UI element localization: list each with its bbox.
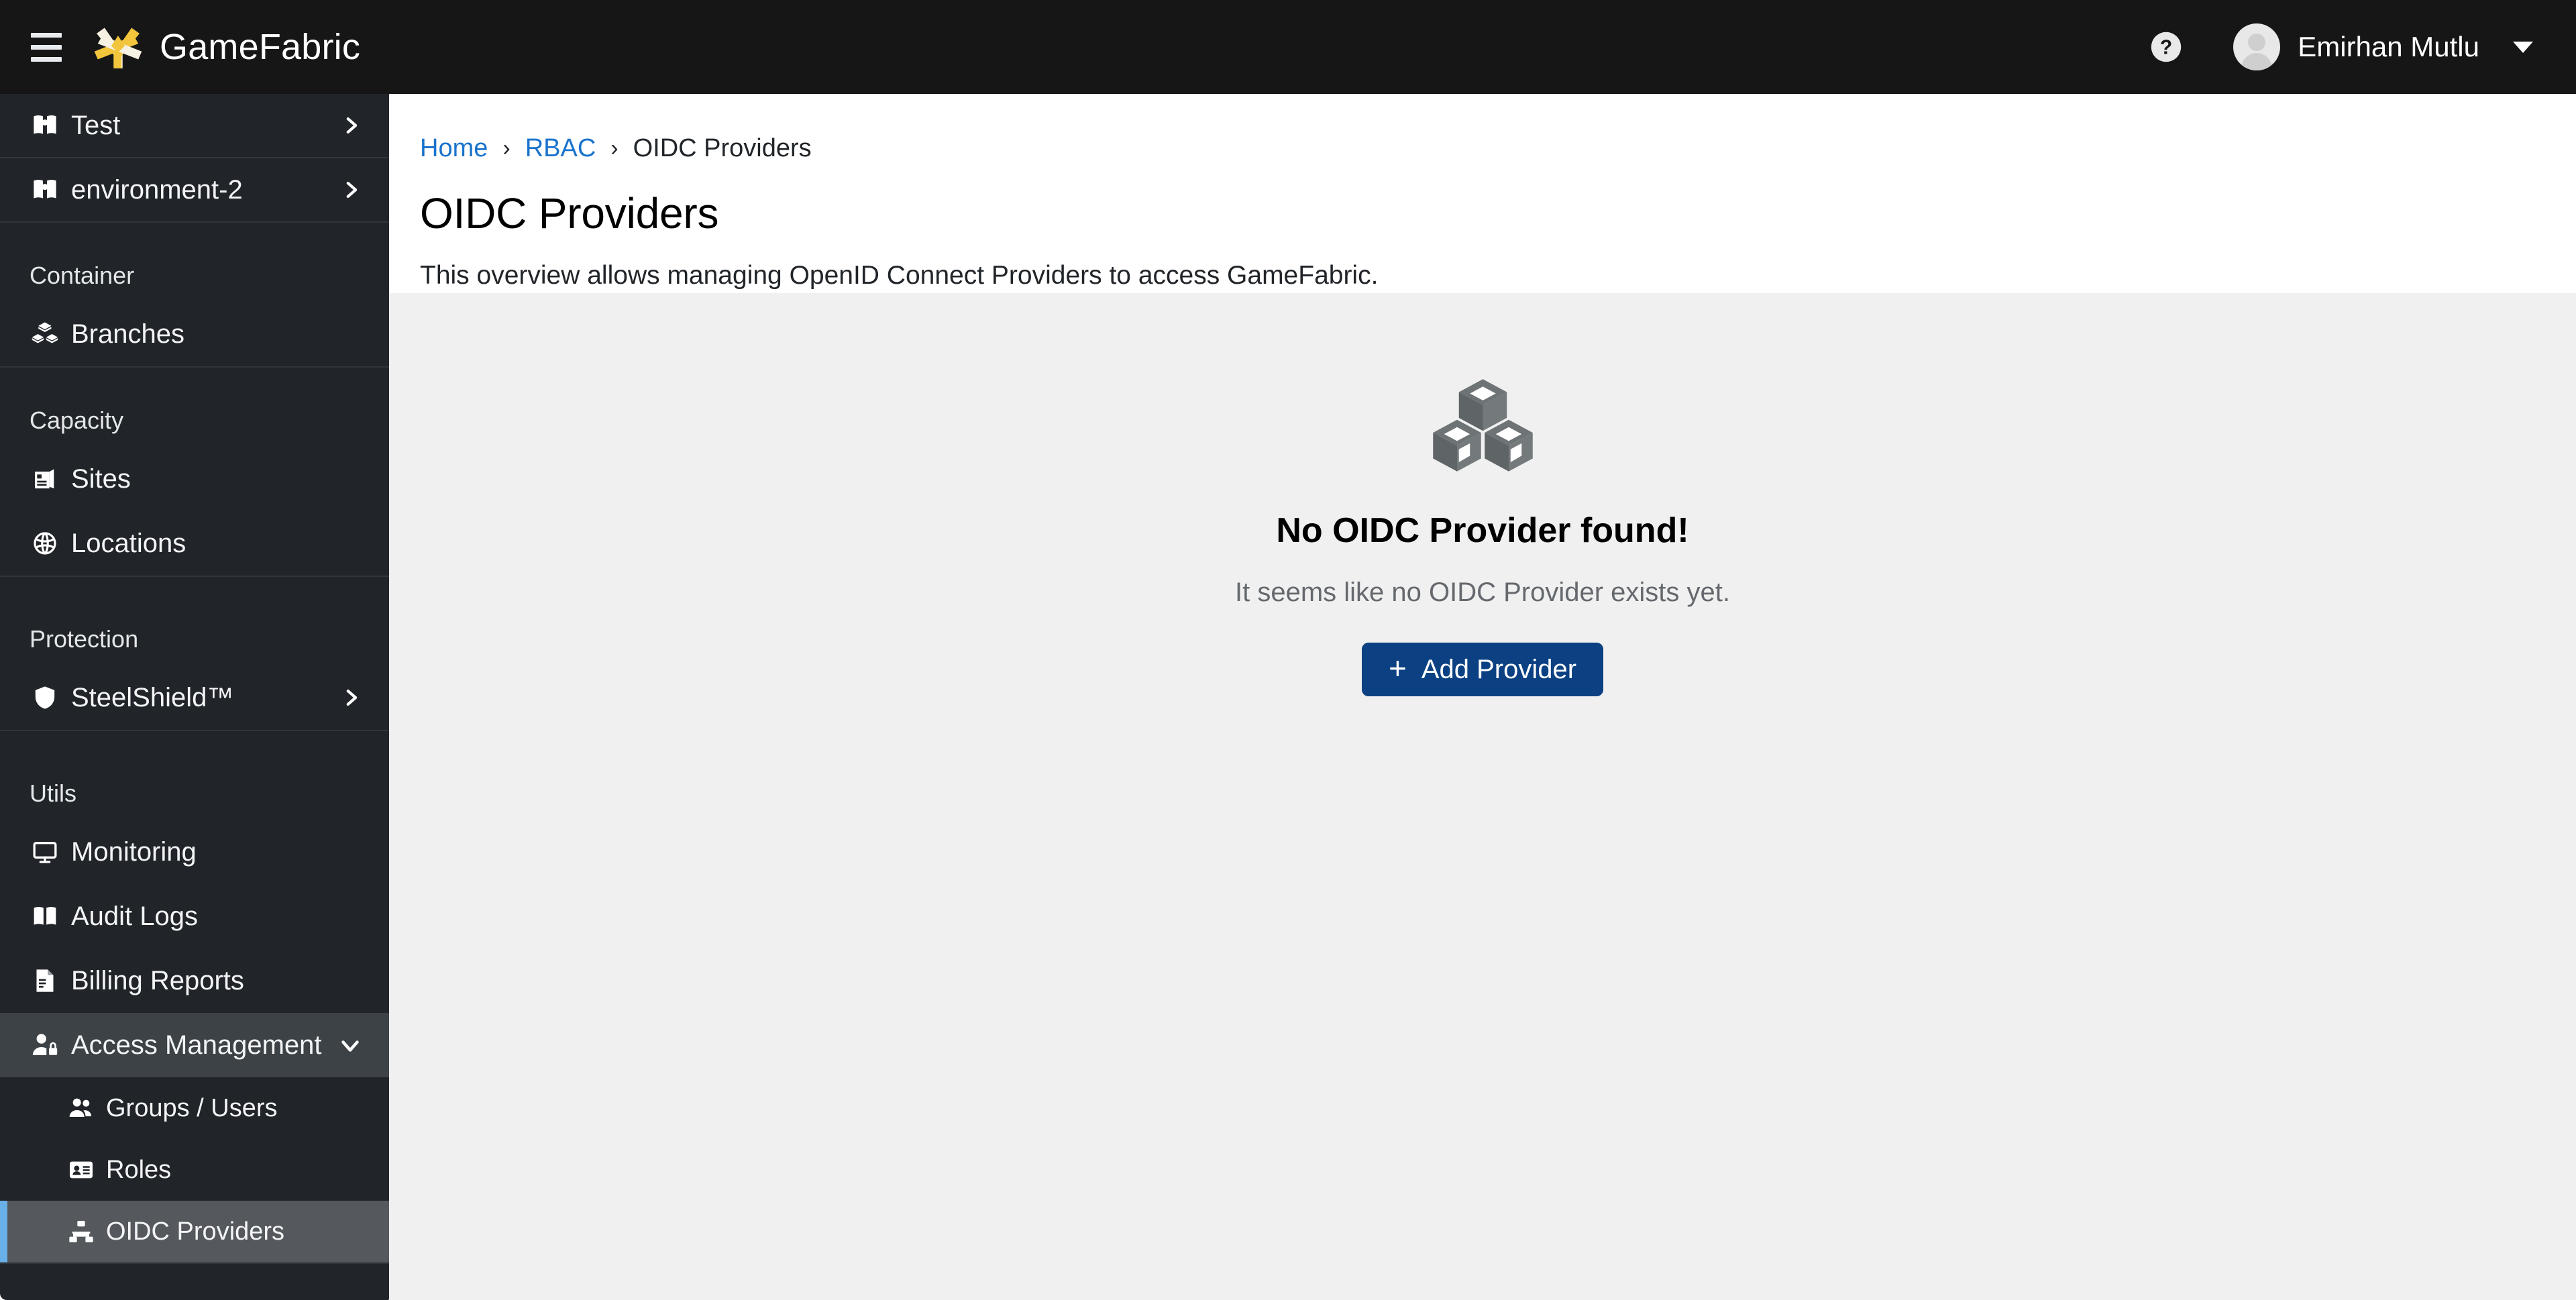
sidebar-item-label: Test (71, 110, 121, 140)
chevron-right-icon (339, 686, 362, 709)
sidebar-item-groups-users[interactable]: Groups / Users (0, 1077, 389, 1139)
user-avatar-icon (2233, 23, 2281, 70)
sidebar-section-capacity: Capacity Sites Locations (0, 368, 389, 577)
sidebar-item-label: Audit Logs (71, 901, 199, 931)
svg-text:?: ? (2160, 37, 2172, 59)
sidebar-section-utils: Utils Monitoring Audit Logs Billing Repo… (0, 731, 389, 1264)
sidebar-item-label: Roles (106, 1155, 172, 1184)
sidebar-item-environment-2[interactable]: environment-2 (0, 158, 389, 223)
sidebar-item-label: Groups / Users (106, 1093, 278, 1122)
user-account-menu[interactable]: Emirhan Mutlu (2233, 23, 2538, 70)
breadcrumb-item-current: OIDC Providers (633, 134, 812, 162)
sidebar-section-title: Capacity (30, 407, 124, 434)
open-book-icon (30, 903, 60, 930)
sidebar-item-label: Sites (71, 464, 131, 494)
sidebar-item-label: Monitoring (71, 836, 197, 867)
monitor-icon (30, 838, 60, 865)
sitemap-icon (67, 1218, 95, 1245)
users-group-icon (67, 1095, 95, 1122)
brand-name: GameFabric (160, 27, 361, 67)
chevron-right-icon (339, 178, 362, 201)
top-navigation-bar: GameFabric ? Emirhan Mutlu (0, 0, 2576, 94)
empty-state-title: No OIDC Provider found! (1276, 511, 1689, 550)
hamburger-line (31, 44, 62, 50)
gamefabric-logo-icon (94, 28, 142, 68)
sidebar-item-label: Billing Reports (71, 965, 244, 995)
chevron-right-icon (339, 114, 362, 137)
id-card-icon (67, 1156, 95, 1183)
breadcrumb-separator-icon: › (502, 136, 511, 161)
breadcrumb-separator-icon: › (610, 136, 619, 161)
sidebar-section-protection: Protection SteelShield™ (0, 577, 389, 731)
sidebar-item-label: OIDC Providers (106, 1217, 285, 1246)
sidebar-item-access-management[interactable]: Access Management (0, 1013, 389, 1077)
building-icon (30, 466, 60, 492)
globe-icon (30, 530, 60, 557)
sidebar-item-label: Locations (71, 528, 186, 558)
sidebar-item-roles[interactable]: Roles (0, 1139, 389, 1201)
sidebar-item-audit-logs[interactable]: Audit Logs (0, 884, 389, 949)
breadcrumb-item-home[interactable]: Home (420, 134, 488, 163)
sidebar-item-branches[interactable]: Branches (0, 302, 389, 366)
sidebar-item-label: SteelShield™ (71, 682, 234, 712)
cubes-empty-icon (1432, 379, 1533, 472)
page-description: This overview allows managing OpenID Con… (420, 261, 1379, 290)
breadcrumb-item-rbac[interactable]: RBAC (525, 134, 596, 163)
avatar-body (2241, 53, 2273, 70)
sidebar-section-container: Container Branches (0, 223, 389, 368)
invoice-document-icon (30, 967, 60, 994)
sidebar-section-title: Container (30, 262, 135, 289)
sidebar-section-title: Protection (30, 625, 139, 653)
sidebar-item-label: environment-2 (71, 174, 243, 205)
sidebar-item-oidc-providers[interactable]: OIDC Providers (0, 1201, 389, 1262)
app-root: GameFabric ? Emirhan Mutlu Test environm… (0, 0, 2576, 1300)
atlas-book-icon (30, 111, 60, 140)
content-header: Home › RBAC › OIDC Providers OIDC Provid… (389, 94, 2576, 293)
user-lock-icon (30, 1031, 60, 1059)
stacked-cubes-icon (30, 320, 60, 348)
sidebar-item-monitoring[interactable]: Monitoring (0, 820, 389, 884)
add-provider-button-label: Add Provider (1421, 654, 1577, 684)
shield-icon (30, 684, 60, 711)
user-name-label: Emirhan Mutlu (2298, 31, 2479, 62)
sidebar-item-steelshield[interactable]: SteelShield™ (0, 665, 389, 730)
atlas-book-icon (30, 176, 60, 204)
caret-down-icon[interactable] (2513, 41, 2533, 53)
help-circle-glyph: ? (2151, 32, 2182, 62)
sidebar-item-label: Branches (71, 319, 184, 349)
page-title: OIDC Providers (420, 189, 719, 237)
add-provider-button[interactable]: + Add Provider (1361, 643, 1604, 696)
breadcrumb: Home › RBAC › OIDC Providers (420, 134, 2576, 163)
chevron-down-icon (338, 1033, 362, 1057)
empty-state-panel: No OIDC Provider found! It seems like no… (389, 293, 2576, 1300)
sidebar-item-sites[interactable]: Sites (0, 447, 389, 511)
help-circle-icon[interactable]: ? (2146, 27, 2186, 67)
brand-home-link[interactable]: GameFabric (90, 19, 360, 75)
hamburger-menu-icon[interactable] (27, 28, 66, 66)
plus-icon: + (1388, 651, 1407, 686)
hamburger-line (31, 56, 62, 62)
avatar-head (2248, 34, 2266, 51)
main-content: Home › RBAC › OIDC Providers OIDC Provid… (389, 94, 2576, 1300)
topbar-right-group: ? Emirhan Mutlu (2146, 23, 2538, 70)
empty-state-subtitle: It seems like no OIDC Provider exists ye… (1234, 578, 1730, 607)
sidebar-item-locations[interactable]: Locations (0, 511, 389, 576)
hamburger-line (31, 32, 62, 38)
sidebar-item-billing-reports[interactable]: Billing Reports (0, 949, 389, 1013)
sidebar-item-test[interactable]: Test (0, 94, 389, 158)
sidebar-section-title: Utils (30, 779, 76, 807)
sidebar-item-label: Access Management (71, 1030, 322, 1060)
body-row: Test environment-2 Container Branches Ca… (0, 94, 2576, 1300)
sidebar-navigation: Test environment-2 Container Branches Ca… (0, 94, 389, 1300)
